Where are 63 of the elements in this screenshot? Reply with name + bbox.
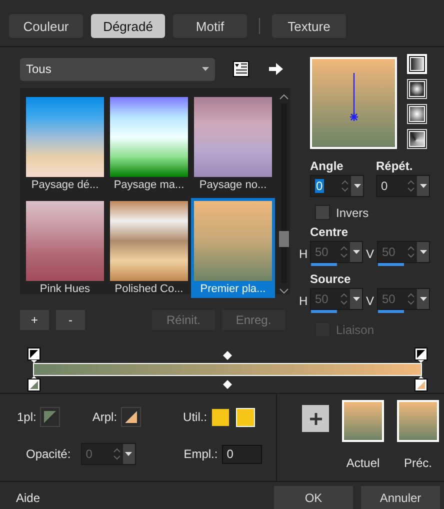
midpoint-diamond-icon[interactable] bbox=[223, 380, 232, 388]
arrow-right-icon[interactable] bbox=[269, 63, 283, 75]
radial-gradient-style-icon[interactable] bbox=[407, 104, 427, 124]
category-dropdown[interactable]: Tous bbox=[20, 58, 215, 80]
section-label: Centre bbox=[310, 225, 348, 239]
plus-icon bbox=[310, 412, 322, 424]
up-down-arrows-icon[interactable] bbox=[341, 179, 349, 193]
add-button[interactable] bbox=[302, 405, 329, 432]
scroll-thumb[interactable] bbox=[279, 231, 289, 247]
rectangular-gradient-style-icon[interactable] bbox=[407, 79, 427, 99]
stop-marker-icon[interactable] bbox=[27, 376, 41, 392]
scroll-up-icon[interactable] bbox=[279, 94, 289, 100]
checkbox-label: Invers bbox=[336, 206, 369, 220]
gradient-bar[interactable] bbox=[33, 363, 422, 376]
tab[interactable]: Couleur bbox=[9, 14, 83, 38]
gradient-preset[interactable]: Premier pla... bbox=[191, 198, 275, 298]
gradient-swatch[interactable] bbox=[397, 400, 439, 442]
spinner-label: Angle bbox=[310, 159, 344, 173]
axis-label: V bbox=[366, 294, 374, 308]
field-label: Opacité: bbox=[26, 447, 71, 461]
angle-handle-icon[interactable] bbox=[348, 73, 360, 123]
swatch-label: Arpl: bbox=[92, 410, 118, 424]
swatch-label: Util.: bbox=[183, 410, 208, 424]
scrollbar[interactable] bbox=[278, 94, 290, 294]
number-spinner[interactable]: 0 bbox=[376, 175, 430, 197]
gradient-preview[interactable] bbox=[310, 57, 397, 149]
field-label: Empl.: bbox=[184, 447, 218, 461]
gallery-button[interactable]: - bbox=[56, 310, 85, 330]
help-link[interactable]: Aide bbox=[16, 490, 266, 504]
swatch-label: Actuel bbox=[346, 456, 380, 470]
stop-marker-icon[interactable] bbox=[27, 347, 41, 363]
number-spinner[interactable]: 0 bbox=[310, 175, 364, 197]
color-swatch[interactable] bbox=[211, 408, 230, 426]
caret-icon[interactable] bbox=[420, 184, 426, 188]
stop-marker-icon[interactable] bbox=[414, 347, 428, 363]
gallery-button[interactable]: + bbox=[20, 310, 49, 330]
color-swatch[interactable] bbox=[40, 407, 60, 427]
location-field[interactable]: 0 bbox=[222, 444, 262, 464]
stop-marker-icon[interactable] bbox=[414, 376, 428, 392]
caret-icon bbox=[202, 67, 209, 71]
corner-gradient-style-icon[interactable] bbox=[407, 129, 427, 149]
tab[interactable]: Motif bbox=[173, 14, 247, 38]
tab[interactable]: Dégradé bbox=[91, 14, 165, 38]
invert-checkbox[interactable] bbox=[315, 205, 330, 220]
swatch-label: 1pl: bbox=[17, 410, 36, 424]
caret-icon[interactable] bbox=[354, 184, 360, 188]
axis-label: H bbox=[299, 247, 307, 261]
gradient-swatch[interactable] bbox=[342, 400, 384, 442]
midpoint-diamond-icon[interactable] bbox=[223, 350, 232, 360]
color-swatch[interactable] bbox=[121, 407, 142, 427]
list-menu-icon[interactable] bbox=[233, 61, 249, 77]
linear-gradient-style-icon[interactable] bbox=[407, 54, 427, 74]
scroll-down-icon[interactable] bbox=[279, 288, 289, 294]
cancel-button[interactable]: Annuler bbox=[361, 486, 440, 509]
ok-button[interactable]: OK bbox=[274, 486, 353, 509]
swatch-label: Préc. bbox=[404, 456, 432, 470]
axis-label: H bbox=[299, 294, 307, 308]
checkbox-label: Liaison bbox=[336, 322, 374, 336]
up-down-arrows-icon[interactable] bbox=[407, 179, 415, 193]
axis-label: V bbox=[366, 247, 374, 261]
spinner-label: Répét. bbox=[376, 159, 414, 173]
tab[interactable]: Texture bbox=[272, 14, 346, 38]
section-label: Source bbox=[310, 272, 351, 286]
